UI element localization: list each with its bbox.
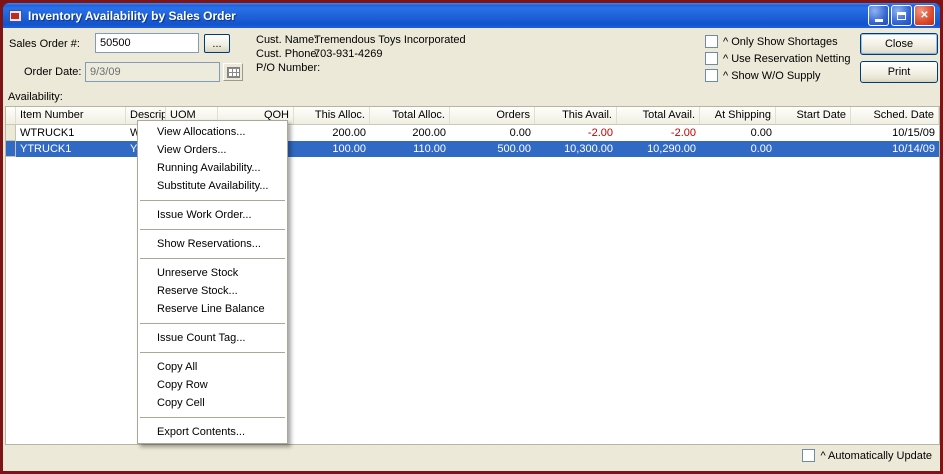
- auto-update-option: ^ Automatically Update: [802, 449, 932, 462]
- menu-item-copy-row[interactable]: Copy Row: [138, 376, 287, 394]
- maximize-icon: [897, 12, 906, 20]
- menu-item-reserve-line-balance[interactable]: Reserve Line Balance: [138, 300, 287, 318]
- close-icon: ✕: [920, 10, 928, 21]
- column-header-orders[interactable]: Orders: [450, 107, 535, 124]
- cell-item-number[interactable]: WTRUCK1: [16, 125, 126, 141]
- titlebar: Inventory Availability by Sales Order ✕: [3, 3, 940, 28]
- cell-item-number[interactable]: YTRUCK1: [16, 141, 126, 157]
- menu-separator: [140, 200, 285, 201]
- column-header-start-date[interactable]: Start Date: [776, 107, 851, 124]
- menu-separator: [140, 229, 285, 230]
- show-wo-supply-option: ^ Show W/O Supply: [705, 69, 820, 82]
- use-reservation-netting-label: ^ Use Reservation Netting: [723, 53, 850, 65]
- window-title: Inventory Availability by Sales Order: [28, 9, 868, 23]
- menu-separator: [140, 323, 285, 324]
- use-reservation-netting-checkbox[interactable]: [705, 52, 718, 65]
- cell-this-avail[interactable]: 10,300.00: [535, 141, 617, 157]
- cell-total-avail[interactable]: -2.00: [617, 125, 700, 141]
- order-date-label: Order Date:: [24, 66, 81, 78]
- grid-context-menu: View Allocations... View Orders... Runni…: [137, 120, 288, 444]
- calendar-icon: [227, 67, 240, 78]
- cell-orders[interactable]: 500.00: [450, 141, 535, 157]
- cell-this-alloc[interactable]: 100.00: [294, 141, 370, 157]
- order-date-input[interactable]: [85, 62, 220, 82]
- menu-separator: [140, 417, 285, 418]
- row-selector[interactable]: [6, 141, 16, 157]
- menu-item-reserve-stock[interactable]: Reserve Stock...: [138, 282, 287, 300]
- menu-separator: [140, 352, 285, 353]
- menu-item-substitute-availability[interactable]: Substitute Availability...: [138, 177, 287, 195]
- close-window-button[interactable]: ✕: [914, 5, 935, 26]
- menu-item-issue-count-tag[interactable]: Issue Count Tag...: [138, 329, 287, 347]
- cell-at-shipping[interactable]: 0.00: [700, 141, 776, 157]
- po-number-label: P/O Number:: [256, 62, 320, 74]
- cell-total-avail[interactable]: 10,290.00: [617, 141, 700, 157]
- column-header-total-alloc[interactable]: Total Alloc.: [370, 107, 450, 124]
- inventory-availability-window: Inventory Availability by Sales Order ✕ …: [0, 0, 943, 474]
- auto-update-checkbox[interactable]: [802, 449, 815, 462]
- minimize-button[interactable]: [868, 5, 889, 26]
- show-wo-supply-label: ^ Show W/O Supply: [723, 70, 820, 82]
- auto-update-label: ^ Automatically Update: [820, 450, 932, 462]
- menu-item-copy-cell[interactable]: Copy Cell: [138, 394, 287, 412]
- cell-this-alloc[interactable]: 200.00: [294, 125, 370, 141]
- menu-item-issue-work-order[interactable]: Issue Work Order...: [138, 206, 287, 224]
- cell-total-alloc[interactable]: 200.00: [370, 125, 450, 141]
- menu-item-export-contents[interactable]: Export Contents...: [138, 423, 287, 441]
- only-show-shortages-option: ^ Only Show Shortages: [705, 35, 838, 48]
- use-reservation-netting-option: ^ Use Reservation Netting: [705, 52, 850, 65]
- menu-item-view-orders[interactable]: View Orders...: [138, 141, 287, 159]
- menu-separator: [140, 258, 285, 259]
- column-header-sched-date[interactable]: Sched. Date: [851, 107, 939, 124]
- column-header-this-alloc[interactable]: This Alloc.: [294, 107, 370, 124]
- maximize-button[interactable]: [891, 5, 912, 26]
- menu-item-unreserve-stock[interactable]: Unreserve Stock: [138, 264, 287, 282]
- row-selector[interactable]: [6, 125, 16, 141]
- menu-item-copy-all[interactable]: Copy All: [138, 358, 287, 376]
- menu-item-view-allocations[interactable]: View Allocations...: [138, 123, 287, 141]
- close-button[interactable]: Close: [860, 33, 938, 55]
- menu-item-show-reservations[interactable]: Show Reservations...: [138, 235, 287, 253]
- minimize-icon: [875, 19, 883, 22]
- window-controls: ✕: [868, 5, 935, 26]
- app-icon[interactable]: [8, 8, 24, 24]
- column-header-this-avail[interactable]: This Avail.: [535, 107, 617, 124]
- column-header-at-shipping[interactable]: At Shipping: [700, 107, 776, 124]
- cust-name-value: Tremendous Toys Incorporated: [314, 34, 466, 46]
- only-show-shortages-checkbox[interactable]: [705, 35, 718, 48]
- cell-total-alloc[interactable]: 110.00: [370, 141, 450, 157]
- cust-phone-value: 703-931-4269: [314, 48, 383, 60]
- show-wo-supply-checkbox[interactable]: [705, 69, 718, 82]
- cust-phone-label: Cust. Phone:: [256, 48, 320, 60]
- cell-sched-date[interactable]: 10/15/09: [851, 125, 939, 141]
- cust-name-label: Cust. Name:: [256, 34, 317, 46]
- cell-sched-date[interactable]: 10/14/09: [851, 141, 939, 157]
- sales-order-input[interactable]: [95, 33, 199, 53]
- only-show-shortages-label: ^ Only Show Shortages: [723, 36, 838, 48]
- cell-at-shipping[interactable]: 0.00: [700, 125, 776, 141]
- cell-this-avail[interactable]: -2.00: [535, 125, 617, 141]
- availability-label: Availability:: [8, 91, 63, 103]
- menu-item-running-availability[interactable]: Running Availability...: [138, 159, 287, 177]
- row-selector-header: [6, 107, 16, 124]
- cell-orders[interactable]: 0.00: [450, 125, 535, 141]
- print-button[interactable]: Print: [860, 61, 938, 83]
- column-header-item-number[interactable]: Item Number: [16, 107, 126, 124]
- cell-start-date[interactable]: [776, 125, 851, 141]
- dialog-content: Sales Order #: ... Order Date: Cust. Nam…: [3, 28, 940, 471]
- sales-order-label: Sales Order #:: [9, 38, 80, 50]
- sales-order-browse-button[interactable]: ...: [204, 34, 230, 53]
- cell-start-date[interactable]: [776, 141, 851, 157]
- calendar-button[interactable]: [223, 63, 243, 81]
- column-header-total-avail[interactable]: Total Avail.: [617, 107, 700, 124]
